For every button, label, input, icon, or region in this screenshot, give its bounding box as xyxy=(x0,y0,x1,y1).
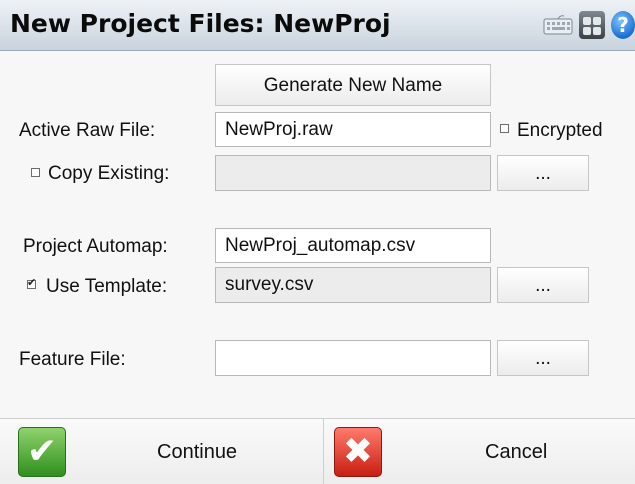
continue-label: Continue xyxy=(157,441,238,463)
copy-existing-checkbox[interactable] xyxy=(31,168,40,177)
continue-button[interactable]: ✔ Continue xyxy=(0,419,323,484)
cancel-label: Cancel xyxy=(485,441,548,463)
new-project-files-dialog: New Project Files: NewProj ? Generate Ne… xyxy=(0,0,635,484)
active-raw-file-field[interactable]: NewProj.raw xyxy=(215,112,491,147)
checkmark-icon: ✔ xyxy=(18,427,66,477)
use-template-label: Use Template: xyxy=(46,276,168,297)
help-icon[interactable]: ? xyxy=(611,11,635,39)
encrypted-label: Encrypted xyxy=(517,120,603,141)
copy-existing-browse-button[interactable]: ... xyxy=(497,155,589,191)
use-template-checkbox[interactable] xyxy=(27,276,36,289)
project-automap-field[interactable]: NewProj_automap.csv xyxy=(215,228,491,263)
project-automap-label: Project Automap: xyxy=(23,236,168,257)
window-title: New Project Files: NewProj xyxy=(10,9,391,38)
use-template-browse-button[interactable]: ... xyxy=(497,267,589,303)
feature-file-label: Feature File: xyxy=(19,349,126,370)
calculator-icon[interactable] xyxy=(579,11,605,39)
encrypted-checkbox[interactable] xyxy=(500,124,509,133)
active-raw-file-label: Active Raw File: xyxy=(19,120,156,141)
cancel-button[interactable]: ✖ Cancel xyxy=(324,419,635,484)
generate-new-name-button[interactable]: Generate New Name xyxy=(215,64,491,106)
feature-file-browse-button[interactable]: ... xyxy=(497,340,589,376)
use-template-field[interactable]: survey.csv xyxy=(215,267,491,303)
copy-existing-label: Copy Existing: xyxy=(48,163,170,184)
keyboard-icon[interactable] xyxy=(543,14,573,36)
feature-file-field[interactable] xyxy=(215,340,491,376)
copy-existing-field[interactable] xyxy=(215,155,491,191)
action-bar: ✔ Continue ✖ Cancel xyxy=(0,418,635,484)
title-bar: New Project Files: NewProj ? xyxy=(0,0,635,51)
cancel-x-icon: ✖ xyxy=(334,427,382,477)
